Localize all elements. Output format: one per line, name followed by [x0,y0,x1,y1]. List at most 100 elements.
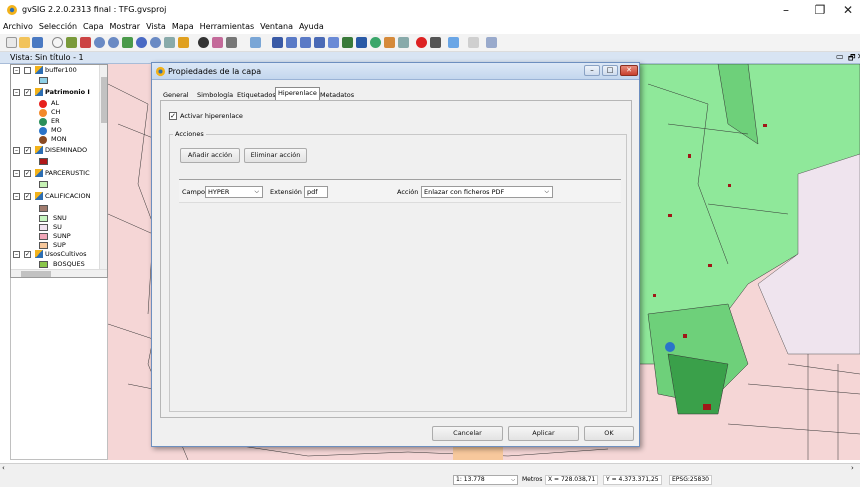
menu-vista[interactable]: Vista [143,20,169,34]
menu-seleccion[interactable]: Selección [36,20,80,34]
dialog-minimize-button[interactable]: – [584,65,600,76]
locate-icon[interactable] [370,37,381,48]
info-icon[interactable] [198,37,209,48]
layer-checkbox-usoscultivos[interactable]: ✓ [24,251,31,258]
remove-action-button[interactable]: Eliminar acción [244,148,307,163]
select-by-attr-icon[interactable] [342,37,353,48]
maximize-button[interactable]: ❐ [806,2,834,18]
extension-input[interactable]: pdf [304,186,328,198]
zoom-previous-icon[interactable] [150,37,161,48]
toc-hscroll-thumb[interactable] [21,271,51,277]
zoom-area-icon[interactable] [136,37,147,48]
edit-icon[interactable] [384,37,395,48]
legend-swatch [39,224,48,231]
layer-name-diseminado[interactable]: DISEMINADO [45,145,87,156]
pointer-icon[interactable] [398,37,409,48]
zoom-select-icon[interactable] [80,37,91,48]
activate-hyperlink-checkbox[interactable]: ✓ [169,112,177,120]
ok-button[interactable]: OK [584,426,634,441]
tools-icon[interactable] [430,37,441,48]
zoom-in-icon[interactable] [94,37,105,48]
minimize-button[interactable]: – [772,2,800,18]
dialog-maximize-button[interactable]: □ [602,65,618,76]
zoom-full-icon[interactable] [66,37,77,48]
zoom-next-icon[interactable] [164,37,175,48]
layer-collapse-toggle[interactable]: – [13,67,20,74]
toc-vscroll-thumb[interactable] [101,77,107,123]
layer-checkbox-diseminado[interactable]: ✓ [24,147,31,154]
tab-simbologia[interactable]: Simbología [194,89,236,100]
layer-collapse-toggle[interactable]: – [13,193,20,200]
legend-dot [39,118,47,126]
select-icon[interactable] [272,37,283,48]
graphics-icon[interactable] [250,37,261,48]
save-icon[interactable] [32,37,43,48]
layer-collapse-toggle[interactable]: – [13,170,20,177]
legend-swatch [39,205,48,212]
palette-icon[interactable] [448,37,459,48]
toolbar [0,34,860,52]
scroll-left-icon[interactable]: ‹ [2,464,5,472]
menu-archivo[interactable]: Archivo [0,20,36,34]
scale-select[interactable]: 1: 13.778 ⌵ [453,475,518,485]
layer-icon [35,88,43,96]
open-icon[interactable] [19,37,30,48]
select-polygon-icon[interactable] [300,37,311,48]
window-icon[interactable] [486,37,497,48]
menu-mostrar[interactable]: Mostrar [107,20,144,34]
layer-checkbox-patrimonio[interactable]: ✓ [24,89,31,96]
layer-checkbox-parcerustic[interactable]: ✓ [24,170,31,177]
map-hscrollbar[interactable]: ‹ › [0,463,860,473]
add-action-button[interactable]: Añadir acción [180,148,240,163]
menu-ayuda[interactable]: Ayuda [296,20,327,34]
layer-name-patrimonio[interactable]: Patrimonio I [45,87,90,98]
legend-swatch [39,261,48,268]
menu-capa[interactable]: Capa [80,20,106,34]
layer-name-buffer100[interactable]: buffer100 [45,65,77,76]
apply-button[interactable]: Aplicar [508,426,579,441]
layer-name-calificacion[interactable]: CALIFICACION [45,191,90,202]
layer-collapse-toggle[interactable]: – [13,251,20,258]
legend-dot [39,100,47,108]
menu-herramientas[interactable]: Herramientas [197,20,258,34]
layer-checkbox-calificacion[interactable]: ✓ [24,193,31,200]
field-select[interactable]: HYPER ⌵ [205,186,263,198]
measure-distance-icon[interactable] [226,37,237,48]
close-button[interactable]: ✕ [834,2,860,18]
tab-general[interactable]: General [160,89,192,100]
refresh-icon[interactable] [178,37,189,48]
legend-swatch [39,181,48,188]
field-select-value: HYPER [208,188,230,196]
dialog-close-button[interactable]: ✕ [620,65,638,76]
layer-collapse-toggle[interactable]: – [13,147,20,154]
layer-checkbox-buffer100[interactable] [24,67,31,74]
scroll-right-icon[interactable]: › [851,464,854,472]
select-circle-icon[interactable] [314,37,325,48]
window-title: gvSIG 2.2.0.2313 final : TFG.gvsproj [22,5,167,14]
layer-collapse-toggle[interactable]: – [13,89,20,96]
zoom-layer-icon[interactable] [122,37,133,48]
gvsig-logo-icon [155,66,166,77]
hyperlink-icon[interactable] [416,37,427,48]
tab-etiquetados[interactable]: Etiquetados [234,89,279,100]
new-icon[interactable] [6,37,17,48]
tab-hiperenlace[interactable]: Hiperenlace [275,87,320,100]
zoom-out-icon[interactable] [108,37,119,48]
menu-ventana[interactable]: Ventana [257,20,296,34]
pan-icon[interactable] [52,37,63,48]
grid-icon[interactable] [468,37,479,48]
tab-metadatos[interactable]: Metadatos [317,89,357,100]
select-buffer-icon[interactable] [328,37,339,48]
filter-icon[interactable] [356,37,367,48]
action-select[interactable]: Enlazar con ficheros PDF ⌵ [421,186,553,198]
cancel-button[interactable]: Cancelar [432,426,503,441]
menu-mapa[interactable]: Mapa [169,20,197,34]
legend-swatch [39,77,48,84]
toc-hscrollbar[interactable] [11,269,107,277]
view-minimize-button[interactable]: ▭ [836,52,844,61]
select-rect-icon[interactable] [286,37,297,48]
dialog-title-bar[interactable]: Propiedades de la capa – □ ✕ [152,63,639,80]
toc-vscrollbar[interactable] [99,65,107,269]
layer-name-parcerustic[interactable]: PARCERUSTIC [45,168,90,179]
measure-area-icon[interactable] [212,37,223,48]
